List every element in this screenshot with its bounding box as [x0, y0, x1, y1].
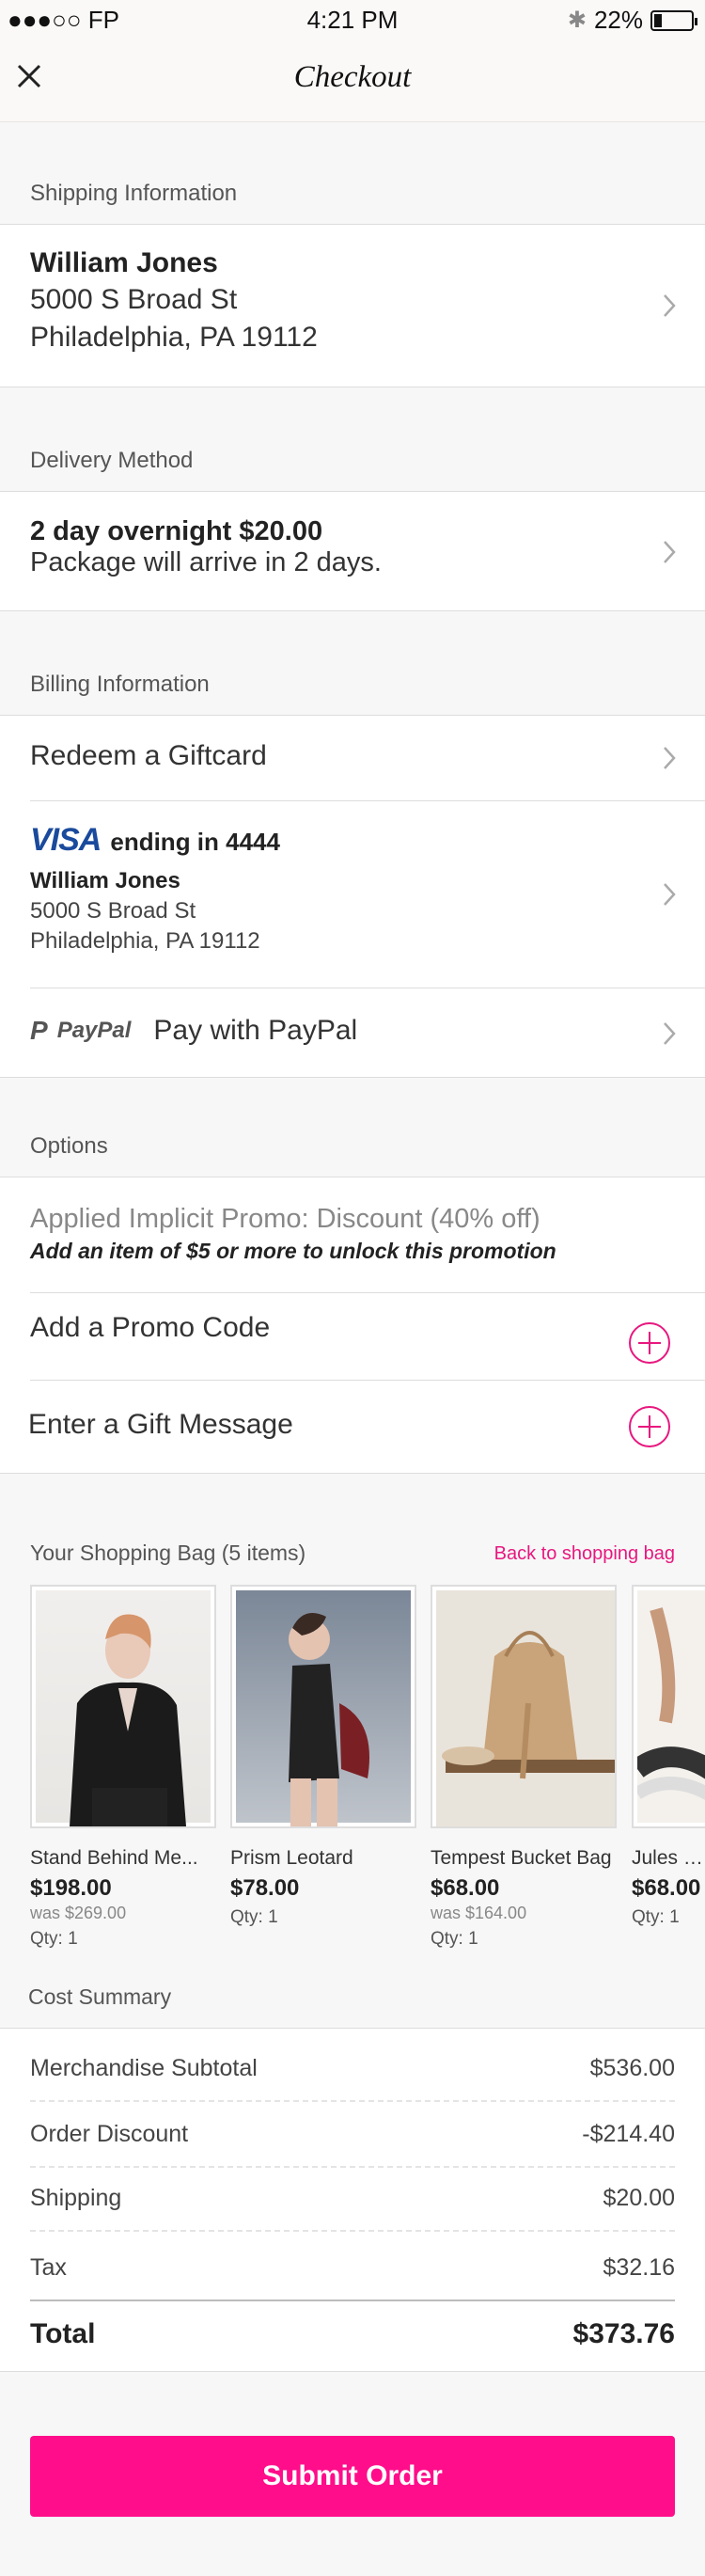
delivery-method-row[interactable]: 2 day overnight $20.00 Package will arri… — [0, 491, 705, 611]
cost-row-tax: Tax $32.16 — [30, 2254, 675, 2281]
product-name: Tempest Bucket Bag — [431, 1847, 612, 1869]
shipping-city: Philadelphia, PA 19112 — [30, 322, 318, 353]
bag-item[interactable]: Jules Ca $68.00 Qty: 1 — [632, 1585, 705, 1928]
redeem-giftcard-row[interactable]: Redeem a Giftcard — [0, 716, 705, 800]
product-qty: Qty: 1 — [431, 1929, 478, 1949]
cost-row-subtotal: Merchandise Subtotal $536.00 — [30, 2055, 675, 2081]
product-price: $68.00 — [431, 1875, 500, 1901]
battery-icon — [650, 9, 697, 31]
promo-note: Add an item of $5 or more to unlock this… — [30, 1239, 556, 1263]
bluetooth-icon: ✱ — [567, 8, 587, 33]
product-price: $198.00 — [30, 1875, 112, 1901]
product-name: Prism Leotard — [230, 1847, 353, 1869]
shipping-name: William Jones — [30, 247, 218, 278]
add-promo-code-plus-icon[interactable] — [628, 1321, 671, 1365]
paypal-icon: P — [30, 1016, 48, 1045]
product-was-price: was $269.00 — [30, 1904, 127, 1922]
options-section-label: Options — [30, 1133, 108, 1159]
billing-section-label: Billing Information — [30, 672, 210, 697]
product-price: $68.00 — [632, 1875, 701, 1901]
visa-card-row[interactable]: VISA ending in 4444 William Jones 5000 S… — [0, 801, 705, 988]
bag-item[interactable]: Stand Behind Me... $198.00 was $269.00 Q… — [30, 1585, 216, 1950]
total-label: Total — [30, 2318, 96, 2349]
product-price: $78.00 — [230, 1875, 300, 1901]
shipping-street: 5000 S Broad St — [30, 284, 238, 315]
product-image — [230, 1585, 416, 1828]
add-promo-code-label: Add a Promo Code — [30, 1312, 271, 1343]
delivery-method: 2 day overnight $20.00 — [30, 516, 323, 546]
product-was-price: was $164.00 — [431, 1904, 527, 1922]
back-to-bag-link[interactable]: Back to shopping bag — [494, 1543, 675, 1565]
gift-message-label: Enter a Gift Message — [28, 1409, 293, 1440]
shopping-bag-title: Your Shopping Bag (5 items) — [30, 1541, 306, 1565]
product-qty: Qty: 1 — [30, 1929, 78, 1949]
card-ending: ending in 4444 — [110, 828, 280, 856]
add-promo-code-row[interactable]: Add a Promo Code — [0, 1293, 705, 1380]
chevron-right-icon — [662, 292, 677, 319]
product-qty: Qty: 1 — [632, 1907, 680, 1927]
product-qty: Qty: 1 — [230, 1907, 278, 1927]
paypal-logo: PayPal — [56, 1018, 132, 1043]
gift-message-row[interactable]: Enter a Gift Message — [0, 1381, 705, 1475]
billing-block: Redeem a Giftcard VISA ending in 4444 Wi… — [0, 715, 705, 1078]
delivery-note: Package will arrive in 2 days. — [30, 547, 382, 577]
bag-item[interactable]: Prism Leotard $78.00 Qty: 1 — [230, 1585, 416, 1928]
bag-item[interactable]: Tempest Bucket Bag $68.00 was $164.00 Qt… — [431, 1585, 617, 1950]
cost-summary-block: Merchandise Subtotal $536.00 Order Disco… — [0, 2028, 705, 2372]
nav-bar: Checkout — [0, 38, 705, 122]
visa-logo: VISA — [30, 822, 102, 858]
product-image — [30, 1585, 216, 1828]
card-city: Philadelphia, PA 19112 — [30, 928, 260, 954]
page-title: Checkout — [293, 60, 412, 94]
product-name: Jules Ca — [632, 1847, 705, 1869]
redeem-giftcard-label: Redeem a Giftcard — [30, 740, 267, 771]
gift-message-plus-icon[interactable] — [628, 1405, 671, 1448]
delivery-section-label: Delivery Method — [30, 448, 194, 473]
product-image — [632, 1585, 705, 1828]
cost-row-shipping: Shipping $20.00 — [30, 2185, 675, 2211]
shipping-address-row[interactable]: William Jones 5000 S Broad St Philadelph… — [0, 224, 705, 387]
product-name: Stand Behind Me... — [30, 1847, 198, 1869]
status-bar: ●●●○○ FP 4:21 PM ✱ 22% — [0, 0, 705, 38]
chevron-right-icon — [662, 745, 677, 771]
product-image — [431, 1585, 617, 1828]
card-holder-name: William Jones — [30, 868, 180, 893]
paypal-row[interactable]: P PayPal Pay with PayPal — [0, 988, 705, 1079]
cost-summary-label: Cost Summary — [28, 1984, 172, 2009]
card-street: 5000 S Broad St — [30, 898, 196, 924]
cost-row-discount: Order Discount -$214.40 — [30, 2121, 675, 2147]
cost-row-total: Total $373.76 — [30, 2318, 675, 2350]
total-value: $373.76 — [572, 2318, 675, 2349]
chevron-right-icon — [662, 1020, 677, 1047]
paypal-label: Pay with PayPal — [153, 1015, 358, 1046]
submit-order-button[interactable]: Submit Order — [30, 2436, 675, 2517]
promo-title: Applied Implicit Promo: Discount (40% of… — [30, 1204, 540, 1234]
shipping-section-label: Shipping Information — [30, 181, 238, 206]
chevron-right-icon — [662, 539, 677, 565]
chevron-right-icon — [662, 881, 677, 908]
battery-percent: 22% — [593, 6, 643, 34]
promo-info-row: Applied Implicit Promo: Discount (40% of… — [0, 1177, 705, 1292]
options-block: Applied Implicit Promo: Discount (40% of… — [0, 1177, 705, 1474]
